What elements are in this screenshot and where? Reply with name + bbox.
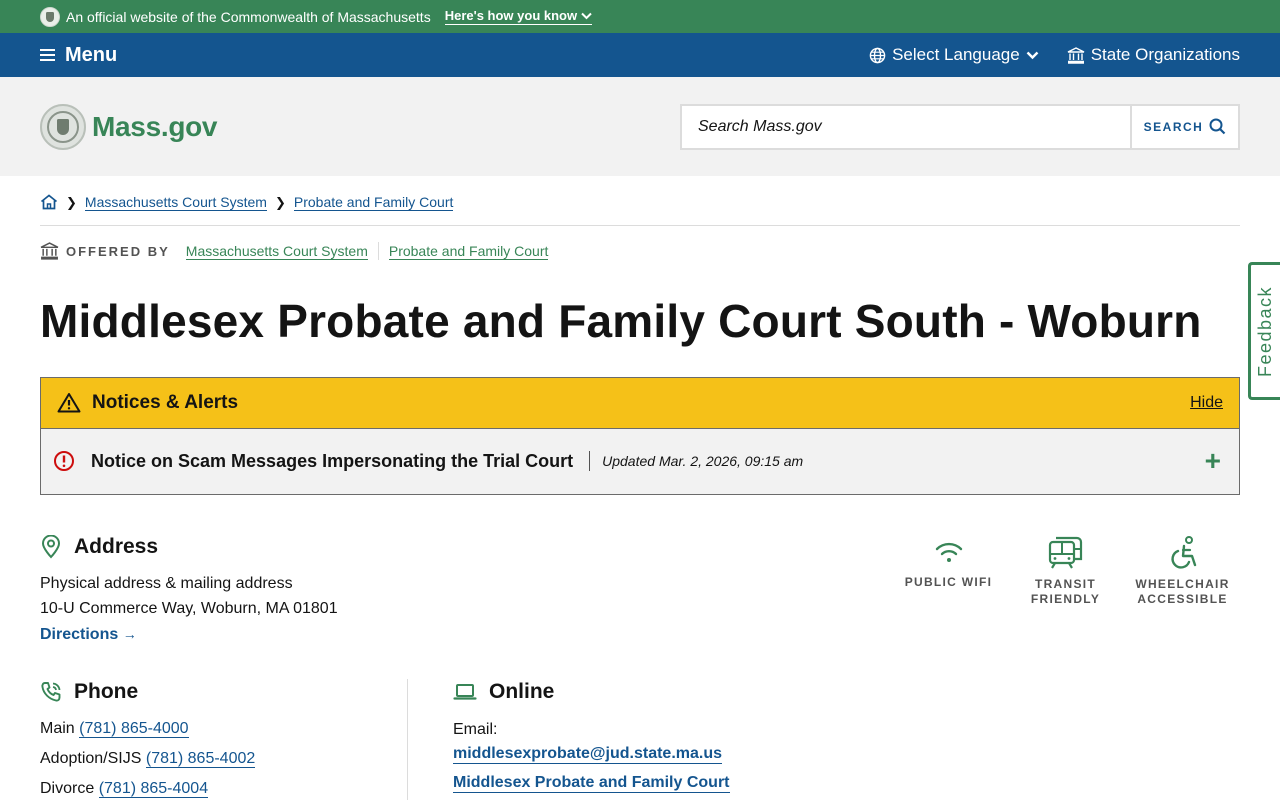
- laptop-icon: [453, 684, 477, 700]
- amenities: PUBLIC WIFI TRANSIT FRIENDLY WHEELCHAIR …: [890, 535, 1241, 607]
- state-organizations-button[interactable]: State Organizations: [1067, 45, 1240, 65]
- alert-item[interactable]: Notice on Scam Messages Impersonating th…: [41, 428, 1239, 494]
- breadcrumb-link-probate-court[interactable]: Probate and Family Court: [293, 194, 454, 211]
- arrow-right-icon: →: [122, 626, 137, 642]
- breadcrumb: ❯ Massachusetts Court System ❯ Probate a…: [40, 193, 1240, 226]
- offered-by-link-court-system[interactable]: Massachusetts Court System: [185, 243, 368, 260]
- globe-icon: [869, 47, 886, 63]
- phone-icon: [41, 682, 61, 702]
- feedback-label: Feedback: [1255, 285, 1275, 377]
- home-icon: [40, 194, 58, 210]
- search-button[interactable]: SEARCH: [1130, 105, 1238, 148]
- chevron-right-icon: ❯: [66, 195, 77, 210]
- amenity-wheelchair: WHEELCHAIR ACCESSIBLE: [1124, 535, 1241, 607]
- address-heading-row: Address: [40, 535, 640, 559]
- alert-circle-icon: [54, 451, 74, 472]
- phone-row-label: Adoption/SIJS: [40, 750, 142, 767]
- online-heading: Online: [489, 680, 555, 703]
- amenity-label: WHEELCHAIR ACCESSIBLE: [1135, 577, 1230, 606]
- phone-row-label: Divorce: [40, 780, 95, 797]
- phone-row: Adoption/SIJS (781) 865-4002: [40, 750, 400, 768]
- offered-by-label: OFFERED BY: [66, 243, 170, 259]
- search-button-label: SEARCH: [1143, 119, 1204, 134]
- state-seal-icon: [40, 103, 86, 150]
- hamburger-icon: [40, 49, 55, 61]
- address-section: Address Physical address & mailing addre…: [40, 535, 640, 644]
- online-section: Online Email: middlesexprobate@jud.state…: [453, 680, 953, 793]
- divider: [589, 451, 591, 472]
- logo-text: Mass.gov: [92, 110, 218, 142]
- notices-alerts: Notices & Alerts Hide Notice on Scam Mes…: [40, 376, 1240, 495]
- how-you-know-toggle[interactable]: Here's how you know: [444, 8, 593, 25]
- phone-heading: Phone: [74, 680, 139, 703]
- site-search: SEARCH: [680, 103, 1240, 150]
- alert-title: Notice on Scam Messages Impersonating th…: [91, 450, 574, 471]
- court-website-link[interactable]: Middlesex Probate and Family Court: [453, 774, 730, 793]
- offered-by: OFFERED BY Massachusetts Court System Pr…: [40, 242, 1240, 260]
- seal-icon: [40, 6, 60, 27]
- breadcrumb-link-court-system[interactable]: Massachusetts Court System: [84, 194, 267, 211]
- amenity-wifi: PUBLIC WIFI: [890, 535, 1007, 607]
- select-language-button[interactable]: Select Language: [869, 45, 1039, 65]
- directions-label: Directions: [40, 626, 119, 643]
- wheelchair-icon: [1170, 536, 1196, 569]
- official-text: An official website of the Commonwealth …: [66, 8, 431, 25]
- menu-label: Menu: [65, 43, 118, 66]
- page-title: Middlesex Probate and Family Court South…: [40, 295, 1202, 347]
- feedback-tab[interactable]: Feedback: [1248, 262, 1280, 400]
- expand-plus-icon[interactable]: +: [1205, 447, 1221, 475]
- site-header: Mass.gov SEARCH: [0, 77, 1280, 176]
- email-label: Email:: [453, 721, 498, 738]
- online-heading-row: Online: [453, 680, 953, 704]
- utility-nav: Menu Select Language State Organizations: [0, 33, 1280, 77]
- mass-gov-logo[interactable]: Mass.gov: [40, 103, 218, 150]
- hide-alerts-button[interactable]: Hide: [1190, 394, 1223, 412]
- search-input[interactable]: [682, 105, 1130, 148]
- phone-number-link[interactable]: (781) 865-4000: [79, 720, 189, 738]
- phone-number-link[interactable]: (781) 865-4004: [98, 780, 209, 798]
- select-language-label: Select Language: [892, 45, 1020, 64]
- chevron-down-icon: [581, 12, 592, 19]
- alerts-heading: Notices & Alerts: [92, 391, 239, 413]
- how-you-know-label: Here's how you know: [444, 8, 578, 23]
- phone-row: Divorce (781) 865-4004: [40, 780, 400, 798]
- column-divider: [407, 679, 408, 800]
- building-icon: [40, 242, 59, 260]
- email-link[interactable]: middlesexprobate@jud.state.ma.us: [453, 745, 723, 764]
- home-link[interactable]: [40, 194, 58, 213]
- building-icon: [1067, 46, 1085, 64]
- state-organizations-label: State Organizations: [1090, 45, 1240, 64]
- menu-button[interactable]: Menu: [40, 44, 117, 67]
- amenity-label: PUBLIC WIFI: [904, 575, 993, 589]
- divider: [377, 242, 379, 260]
- official-banner: An official website of the Commonwealth …: [0, 0, 1280, 33]
- phone-heading-row: Phone: [40, 680, 400, 704]
- map-pin-icon: [41, 535, 61, 559]
- phone-row-label: Main: [40, 720, 75, 737]
- address-line: 10-U Commerce Way, Woburn, MA 01801: [40, 600, 338, 617]
- phone-section: Phone Main (781) 865-4000 Adoption/SIJS …: [40, 680, 400, 798]
- address-heading: Address: [74, 535, 159, 558]
- phone-row: Main (781) 865-4000: [40, 720, 400, 738]
- wifi-icon: [935, 542, 962, 562]
- address-type: Physical address & mailing address: [40, 575, 293, 592]
- search-icon: [1209, 118, 1226, 135]
- offered-by-link-probate-court[interactable]: Probate and Family Court: [388, 243, 549, 260]
- bus-icon: [1048, 536, 1082, 569]
- directions-link[interactable]: Directions →: [40, 626, 137, 644]
- amenity-transit: TRANSIT FRIENDLY: [1007, 535, 1124, 607]
- amenity-label: TRANSIT FRIENDLY: [1030, 577, 1101, 606]
- alert-updated: Updated Mar. 2, 2026, 09:15 am: [602, 453, 804, 470]
- chevron-right-icon: ❯: [274, 195, 286, 210]
- chevron-down-icon: [1026, 51, 1039, 59]
- warning-icon: [57, 393, 81, 413]
- alerts-header: Notices & Alerts Hide: [41, 377, 1239, 429]
- phone-number-link[interactable]: (781) 865-4002: [145, 750, 256, 768]
